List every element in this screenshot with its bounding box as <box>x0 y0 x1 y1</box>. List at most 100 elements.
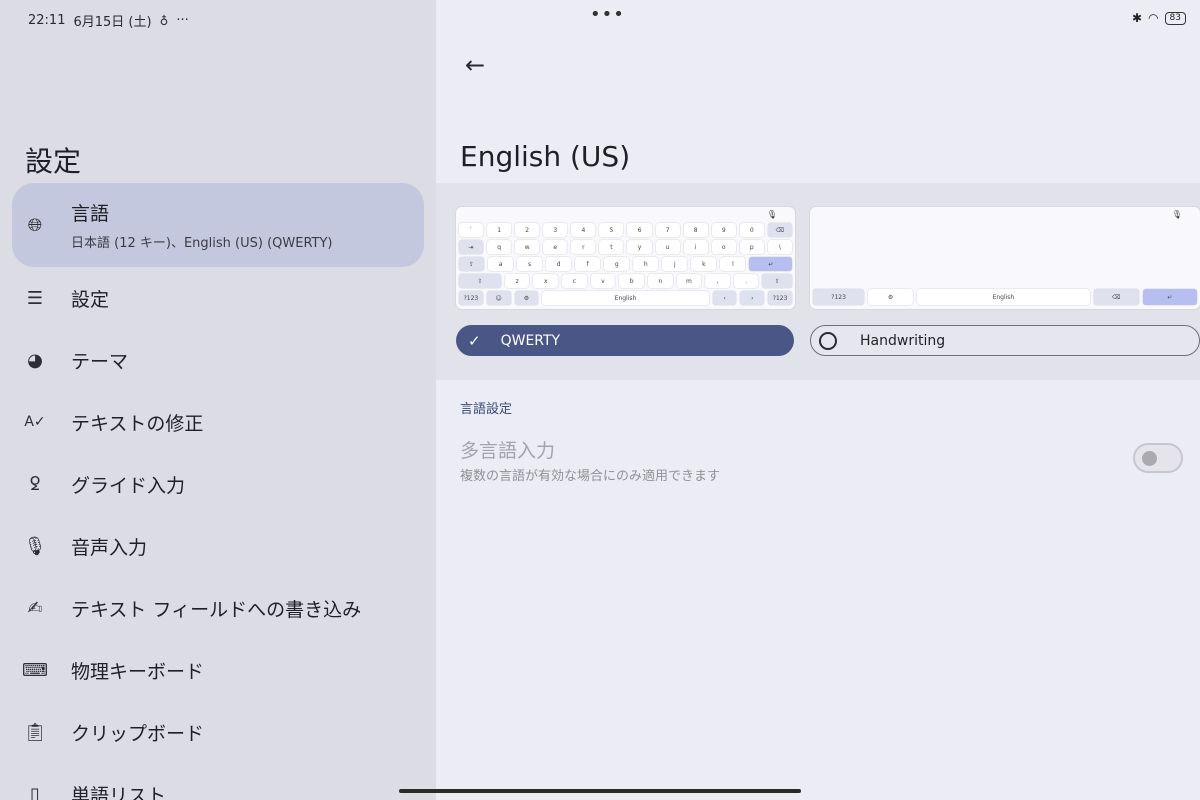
key: ⌫ <box>767 223 792 237</box>
key: 5 <box>599 223 624 237</box>
page-title: English (US) <box>460 140 631 173</box>
pin-icon: ♁ <box>159 13 169 28</box>
gesture-icon: ꝿ <box>29 474 41 495</box>
key: ☺ <box>486 291 511 305</box>
key: s <box>517 257 543 271</box>
globe-icon: 🌐︎ <box>27 214 43 236</box>
key: c <box>562 274 587 288</box>
handwriting-keyboard-preview[interactable]: 🎙︎ ?123 ⚙ English ⌫ ↵ <box>810 207 1200 309</box>
key: y <box>627 240 652 254</box>
multilingual-typing-title: 多言語入力 <box>460 440 556 462</box>
key: n <box>647 274 673 288</box>
layout-preview-area: 🎙︎ ` 1 2 3 4 5 6 7 8 9 0 ⌫ ⇥ q w e r t y… <box>436 183 1200 380</box>
key: h <box>633 257 659 271</box>
sidebar-title: 設定 <box>25 145 82 178</box>
multilingual-typing-toggle[interactable] <box>1133 443 1183 473</box>
key: English <box>917 289 1090 305</box>
key: b <box>619 274 644 288</box>
key: ?123 <box>768 291 792 305</box>
key: \ <box>767 240 792 254</box>
clipboard-icon: 📋︎ <box>23 721 47 743</box>
key: ⇧ <box>459 274 501 288</box>
sidebar-item-label: 単語リスト <box>71 784 167 800</box>
keyboard-row: ⇪ a s d f g h j k l ↵ <box>459 257 793 271</box>
mic-icon: 🎙︎ <box>766 210 777 219</box>
layout-option-handwriting[interactable]: Handwriting <box>810 325 1200 356</box>
sidebar-item-text-correction[interactable]: A✓ テキストの修正 <box>12 391 424 453</box>
sidebar-item-label: テーマ <box>71 350 129 373</box>
qwerty-keyboard-preview[interactable]: 🎙︎ ` 1 2 3 4 5 6 7 8 9 0 ⌫ ⇥ q w e r t y… <box>456 207 795 309</box>
key: ⚙ <box>514 291 539 305</box>
key: 6 <box>627 223 652 237</box>
wifi-icon: ◠ <box>1148 11 1159 25</box>
sidebar-item-dictionary[interactable]: ▯ 単語リスト <box>12 763 424 800</box>
key: r <box>571 240 596 254</box>
key: j <box>662 257 688 271</box>
gesture-home-bar[interactable] <box>399 789 801 793</box>
key: ⌫ <box>1093 289 1139 305</box>
key: 8 <box>683 223 708 237</box>
key: › <box>740 291 765 305</box>
sidebar-item-label: クリップボード <box>71 722 205 745</box>
bluetooth-icon: ✱ <box>1132 11 1143 25</box>
key: ` <box>459 223 484 237</box>
key: ⇥ <box>459 240 484 254</box>
key: g <box>604 257 630 271</box>
status-date: 6月15日 (土) <box>73 15 152 30</box>
layout-option-qwerty[interactable]: ✓ QWERTY <box>456 325 794 356</box>
key: p <box>739 240 764 254</box>
language-detail-pane: ••• ✱ ◠ 8 3 ← English (US) 🎙︎ ` 1 2 3 4 5… <box>436 0 1200 800</box>
spellcheck-icon: A✓ <box>24 414 46 430</box>
window-handle-icon[interactable]: ••• <box>590 4 625 25</box>
key: t <box>599 240 624 254</box>
multilingual-typing-description: 複数の言語が有効な場合にのみ適用できます <box>460 469 721 484</box>
key: u <box>655 240 680 254</box>
key: l <box>720 257 746 271</box>
key: e <box>543 240 568 254</box>
sidebar-nav: 🌐︎ 言語 日本語 (12 キー)、English (US) (QWERTY) … <box>12 183 424 800</box>
back-arrow-icon[interactable]: ← <box>460 50 490 80</box>
keyboard-row: ⇧ z x c v b n m , . ⇧ <box>459 274 793 288</box>
status-bar-left: 22:11 6月15日 (土) ♁ ··· <box>28 11 189 30</box>
key: 9 <box>711 223 736 237</box>
book-icon: ▯ <box>30 783 40 800</box>
caps-key: ⇪ <box>459 257 485 271</box>
key: 1 <box>487 223 512 237</box>
sidebar-item-theme[interactable]: ◕ テーマ <box>12 329 424 391</box>
key: f <box>575 257 601 271</box>
key: 7 <box>655 223 680 237</box>
key: 3 <box>543 223 568 237</box>
key: x <box>533 274 559 288</box>
sidebar-item-physical-keyboard[interactable]: ⌨︎ 物理キーボード <box>12 639 424 701</box>
toggle-knob <box>1142 451 1157 466</box>
settings-sidebar: 22:11 6月15日 (土) ♁ ··· 設定 🌐︎ 言語 日本語 (12 キ… <box>0 0 436 800</box>
keyboard-row: ?123 ☺ ⚙ English ‹ › ?123 <box>459 291 792 305</box>
keyboard-row: ⇥ q w e r t y u i o p \ <box>459 240 792 254</box>
keyboard-row: ?123 ⚙ English ⌫ ↵ <box>813 289 1197 305</box>
sidebar-item-preferences[interactable]: ☰ 設定 <box>12 267 424 329</box>
sidebar-item-sublabel: 日本語 (12 キー)、English (US) (QWERTY) <box>71 236 333 251</box>
sidebar-item-voice-typing[interactable]: 🎙︎ 音声入力 <box>12 515 424 577</box>
sidebar-item-label: 音声入力 <box>71 536 148 559</box>
radio-icon <box>819 331 837 350</box>
sidebar-item-languages[interactable]: 🌐︎ 言語 日本語 (12 キー)、English (US) (QWERTY) <box>12 183 424 267</box>
key: , <box>705 274 730 288</box>
mic-icon: 🎙︎ <box>23 535 47 557</box>
layout-label: Handwriting <box>860 332 946 349</box>
sidebar-item-write-in-text-fields[interactable]: ✍︎ テキスト フィールドへの書き込み <box>12 577 424 639</box>
sidebar-item-glide-typing[interactable]: ꝿ グライド入力 <box>12 453 424 515</box>
check-icon: ✓ <box>468 331 481 350</box>
sidebar-item-label: 物理キーボード <box>71 660 205 683</box>
sidebar-item-clipboard[interactable]: 📋︎ クリップボード <box>12 701 424 763</box>
sidebar-item-label: テキスト フィールドへの書き込み <box>71 598 362 621</box>
sliders-icon: ☰ <box>26 287 44 309</box>
keyboard-icon: ⌨︎ <box>22 659 48 681</box>
key: ↵ <box>1142 289 1197 305</box>
key: ⚙ <box>868 289 913 305</box>
pen-icon: ✍︎ <box>27 597 43 619</box>
sidebar-item-label: 言語 <box>71 203 110 225</box>
key: ↵ <box>749 257 793 271</box>
key: English <box>542 291 709 305</box>
key: d <box>546 257 572 271</box>
status-more-icon: ··· <box>176 13 189 28</box>
